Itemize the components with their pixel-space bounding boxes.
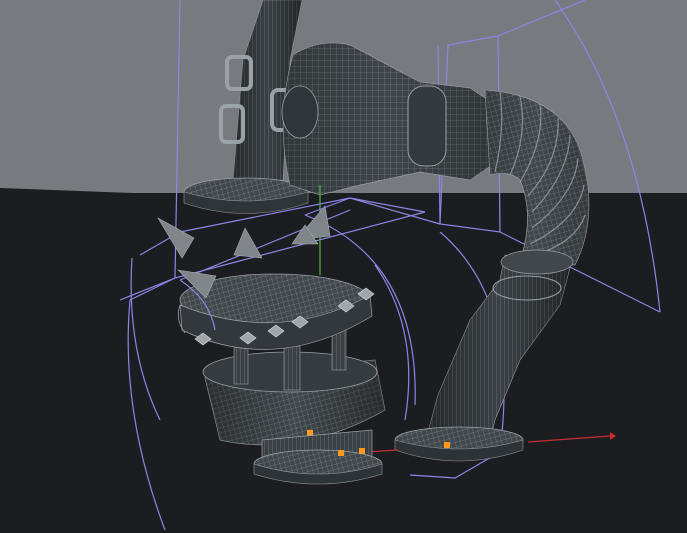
ankle-selected-vertex-1[interactable] [338,450,344,456]
3d-viewport[interactable] [0,0,687,533]
piston-right [331,329,347,371]
elbow-cap [407,85,447,167]
foot-base[interactable] [394,426,524,462]
foot-selected-vertex[interactable] [444,442,450,448]
ankle-selected-vertex-2[interactable] [359,448,365,454]
3d-scene-canvas[interactable] [0,0,687,533]
piston-mid [283,345,301,391]
